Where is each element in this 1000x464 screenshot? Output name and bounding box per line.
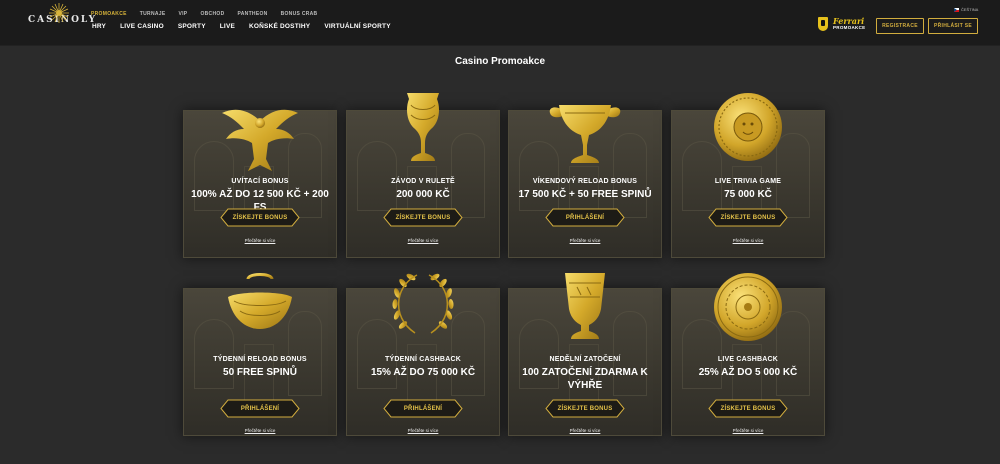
top-nav-vip[interactable]: VIP <box>178 11 187 17</box>
medallion-icon <box>714 93 782 161</box>
promo-card-welcome-bonus: UVÍTACÍ BONUS 100% AŽ DO 12 500 KČ + 200… <box>183 109 337 258</box>
ferrari-wordmark: Ferrari <box>833 16 865 27</box>
card-value: 75 000 KČ <box>724 189 772 200</box>
card-label: UVÍTACÍ BONUS <box>231 178 289 185</box>
page-title: Casino Promoakce <box>454 56 546 67</box>
top-nav: PROMOAKCE TURNAJE VIP OBCHOD PANTHEON BO… <box>91 11 330 17</box>
promo-card-live-cashback: LIVE CASHBACK 25% AŽ DO 5 000 KČ ZÍSKEJT… <box>671 273 825 436</box>
card-label: NEDĚLNÍ ZATOČENÍ <box>549 356 621 363</box>
card-cta-button[interactable]: PŘIHLÁŠENÍ <box>383 399 463 418</box>
main-nav-hry[interactable]: HRY <box>92 23 106 30</box>
read-more-link[interactable]: Přečtěte si více <box>184 428 336 433</box>
gold-coin-icon <box>714 273 782 341</box>
card-label: VÍKENDOVÝ RELOAD BONUS <box>532 178 638 185</box>
read-more-link[interactable]: Přečtěte si více <box>509 428 661 433</box>
card-value: 17 500 KČ + 50 FREE SPINŮ <box>518 189 652 200</box>
promo-card-roulette-race: ZÁVOD V RULETĚ 200 000 KČ ZÍSKEJTE BONUS… <box>346 93 500 258</box>
register-button[interactable]: REGISTRACE <box>876 18 924 34</box>
promo-card-weekend-reload: VÍKENDOVÝ RELOAD BONUS 17 500 KČ + 50 FR… <box>508 105 662 258</box>
promo-card-weekly-cashback: TÝDENNÍ CASHBACK 15% AŽ DO 75 000 KČ PŘI… <box>346 273 500 436</box>
card-value: 100 ZATOČENÍ ZDARMA K VÝHŘE <box>522 367 648 391</box>
main-nav: HRY LIVE CASINO SPORTY LIVE KOŇSKÉ DOSTI… <box>92 23 405 30</box>
card-label: ZÁVOD V RULETĚ <box>391 178 455 185</box>
card-value: 50 FREE SPINŮ <box>223 367 297 378</box>
ferrari-subtitle: PROMOAKCE <box>833 25 866 31</box>
site-header: CASINOLY PROMOAKCE TURNAJE VIP OBCHOD PA… <box>0 0 1000 46</box>
card-label: LIVE TRIVIA GAME <box>714 178 782 185</box>
promo-card-weekly-reload: TÝDENNÍ RELOAD BONUS 50 FREE SPINŮ PŘIHL… <box>183 273 337 436</box>
main-nav-live-casino[interactable]: LIVE CASINO <box>120 23 164 30</box>
top-nav-promoakce[interactable]: PROMOAKCE <box>91 11 127 17</box>
card-cta-button[interactable]: ZÍSKEJTE BONUS <box>545 399 625 418</box>
card-cta-button[interactable]: PŘIHLÁŠENÍ <box>220 399 300 418</box>
read-more-link[interactable]: Přečtěte si více <box>672 428 824 433</box>
card-cta-button[interactable]: ZÍSKEJTE BONUS <box>383 208 463 227</box>
card-cta-button[interactable]: PŘIHLÁŠENÍ <box>545 208 625 227</box>
casinoly-logo[interactable]: CASINOLY <box>28 3 97 31</box>
language-selector[interactable]: ČEŠTINA <box>954 7 978 12</box>
card-cta-button[interactable]: ZÍSKEJTE BONUS <box>708 399 788 418</box>
main-nav-konske-dostihy[interactable]: KOŇSKÉ DOSTIHY <box>249 23 310 30</box>
ferrari-shield-icon <box>818 17 828 31</box>
promo-card-sunday-spins: NEDĚLNÍ ZATOČENÍ 100 ZATOČENÍ ZDARMA K V… <box>508 273 662 436</box>
main-nav-virtualni-sporty[interactable]: VIRTUÁLNÍ SPORTY <box>324 23 390 30</box>
main-nav-live[interactable]: LIVE <box>220 23 235 30</box>
eagle-icon <box>222 109 298 171</box>
card-label: LIVE CASHBACK <box>717 356 779 363</box>
read-more-link[interactable]: Přečtěte si více <box>672 238 824 243</box>
goblet-icon <box>407 93 439 161</box>
read-more-link[interactable]: Přečtěte si více <box>347 428 499 433</box>
login-button[interactable]: PŘIHLÁSIT SE <box>928 18 978 34</box>
top-nav-obchod[interactable]: OBCHOD <box>200 11 224 17</box>
top-nav-pantheon[interactable]: PANTHEON <box>237 11 267 17</box>
card-cta-button[interactable]: ZÍSKEJTE BONUS <box>220 208 300 227</box>
czech-flag-icon <box>954 7 959 12</box>
read-more-link[interactable]: Přečtěte si více <box>509 238 661 243</box>
promo-card-live-trivia: LIVE TRIVIA GAME 75 000 KČ ZÍSKEJTE BONU… <box>671 93 825 258</box>
card-value: 15% AŽ DO 75 000 KČ <box>370 367 476 378</box>
sun-icon <box>49 3 69 23</box>
cup-icon <box>549 105 621 163</box>
krater-icon <box>565 273 605 339</box>
card-label: TÝDENNÍ RELOAD BONUS <box>213 356 307 363</box>
top-nav-turnaje[interactable]: TURNAJE <box>140 11 166 17</box>
main-nav-sporty[interactable]: SPORTY <box>178 23 206 30</box>
read-more-link[interactable]: Přečtěte si více <box>184 238 336 243</box>
ferrari-promo-link[interactable]: Ferrari PROMOAKCE <box>818 17 865 31</box>
laurel-wreath-icon <box>392 273 454 334</box>
card-value: 200 000 KČ <box>396 189 450 200</box>
language-label: ČEŠTINA <box>961 7 979 12</box>
vessel-icon <box>228 273 292 329</box>
card-value: 25% AŽ DO 5 000 KČ <box>698 367 798 378</box>
card-cta-button[interactable]: ZÍSKEJTE BONUS <box>708 208 788 227</box>
top-nav-bonus-crab[interactable]: BONUS CRAB <box>281 11 318 17</box>
card-label: TÝDENNÍ CASHBACK <box>385 356 461 363</box>
read-more-link[interactable]: Přečtěte si více <box>347 238 499 243</box>
